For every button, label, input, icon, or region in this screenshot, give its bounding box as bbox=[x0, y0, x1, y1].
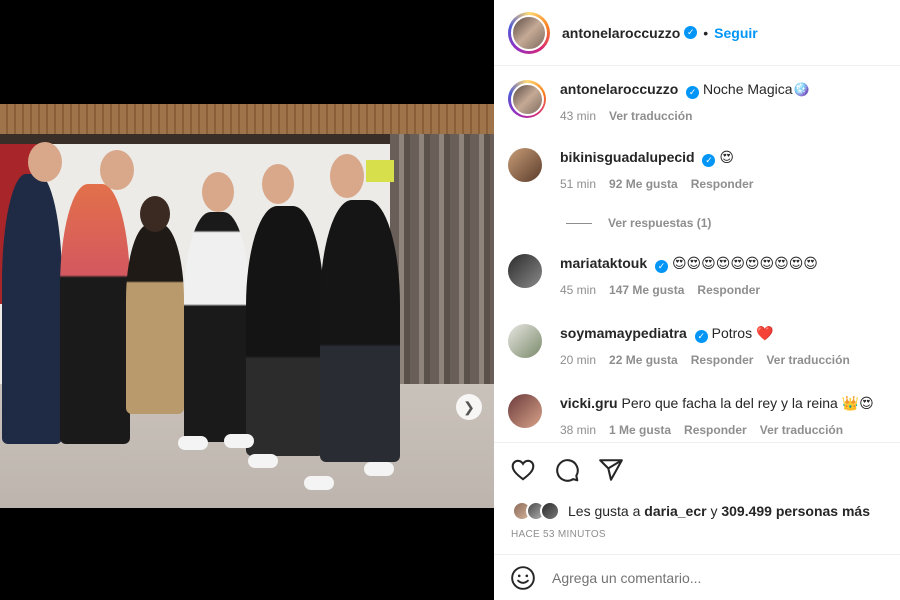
comment-username[interactable]: mariataktouk bbox=[560, 255, 647, 271]
wood-ceiling bbox=[0, 104, 494, 134]
comment-time: 20 min bbox=[560, 353, 597, 367]
add-comment-bar bbox=[494, 554, 900, 600]
comment-item: soymamaypediatra ✓ Potros ❤️ 20 min 22 M… bbox=[508, 324, 850, 369]
verified-icon: ✓ bbox=[684, 26, 698, 39]
post-media: ❯ bbox=[0, 0, 494, 600]
comment-text: Pero que facha la del rey y la reina bbox=[621, 395, 838, 411]
shoe bbox=[224, 434, 254, 448]
commenter-avatar[interactable] bbox=[508, 324, 542, 358]
comment-item: mariataktouk ✓ 😍😍😍😍😍😍😍😍😍😍 45 min 147 Me … bbox=[508, 254, 818, 299]
person-4 bbox=[184, 212, 250, 442]
caption-text: Noche Magica bbox=[703, 81, 793, 97]
person-2 bbox=[60, 184, 130, 444]
comment-likes[interactable]: 92 Me gusta bbox=[609, 175, 678, 193]
verified-icon: ✓ bbox=[694, 329, 708, 343]
person-3 bbox=[126, 224, 184, 414]
emoji-smile-icon[interactable] bbox=[510, 565, 536, 591]
reply-button[interactable]: Responder bbox=[684, 421, 747, 439]
author-avatar[interactable] bbox=[508, 11, 550, 54]
person-6-head bbox=[330, 154, 364, 198]
reply-button[interactable]: Responder bbox=[691, 351, 754, 369]
reply-button[interactable]: Responder bbox=[697, 281, 760, 299]
heart-icon[interactable] bbox=[510, 457, 536, 483]
comment-text: Potros bbox=[711, 325, 753, 341]
caption-translate-link[interactable]: Ver traducción bbox=[609, 107, 692, 125]
verified-icon: ✓ bbox=[655, 259, 669, 273]
shoe bbox=[178, 436, 208, 450]
post-header: antonelaroccuzzo ✓ • Seguir bbox=[494, 0, 900, 66]
person-1-head bbox=[28, 142, 62, 182]
likes-conjunction: y bbox=[710, 503, 718, 519]
commenter-avatar[interactable] bbox=[508, 254, 542, 288]
caption-username[interactable]: antonelaroccuzzo bbox=[560, 81, 678, 97]
view-replies-button[interactable]: Ver respuestas (1) bbox=[566, 216, 711, 230]
shoe bbox=[364, 462, 394, 476]
author-avatar-image bbox=[511, 14, 547, 51]
heart-emoji: ❤️ bbox=[755, 326, 774, 342]
comment-likes[interactable]: 147 Me gusta bbox=[609, 281, 684, 299]
yellow-sign bbox=[366, 160, 394, 182]
comment-item: bikinisguadalupecid ✓ 😍 51 min 92 Me gus… bbox=[508, 148, 753, 193]
chevron-right-icon: ❯ bbox=[463, 398, 475, 415]
comment-time: 38 min bbox=[560, 423, 597, 437]
caption-avatar[interactable] bbox=[508, 80, 546, 118]
post-photo[interactable]: ❯ bbox=[0, 104, 494, 508]
next-slide-button[interactable]: ❯ bbox=[456, 394, 482, 420]
reply-button[interactable]: Responder bbox=[691, 175, 754, 193]
comment-input[interactable] bbox=[552, 569, 852, 586]
comment-emoji: 👑😍 bbox=[841, 396, 874, 412]
follow-button[interactable]: Seguir bbox=[714, 25, 758, 41]
likes-summary: Les gusta a daria_ecr y 309.499 personas… bbox=[494, 501, 900, 521]
caption: antonelaroccuzzo ✓ Noche Magica🪩 43 min … bbox=[508, 80, 810, 125]
comment-username[interactable]: soymamaypediatra bbox=[560, 325, 687, 341]
caption-avatar-image bbox=[510, 82, 544, 116]
person-5-head bbox=[262, 164, 294, 204]
comment-time: 45 min bbox=[560, 283, 597, 297]
action-icons bbox=[494, 443, 900, 487]
comment-item: vicki.gru Pero que facha la del rey y la… bbox=[508, 394, 874, 439]
view-replies-label: Ver respuestas (1) bbox=[608, 216, 712, 230]
person-6 bbox=[320, 200, 400, 462]
comment-emoji: 😍😍😍😍😍😍😍😍😍😍 bbox=[671, 256, 818, 272]
likes-prefix: Les gusta a bbox=[568, 503, 641, 519]
person-3-head bbox=[140, 196, 170, 232]
liker-avatar bbox=[540, 501, 560, 521]
shoe bbox=[248, 454, 278, 468]
comments-list[interactable]: antonelaroccuzzo ✓ Noche Magica🪩 43 min … bbox=[494, 66, 900, 442]
comment-username[interactable]: vicki.gru bbox=[560, 395, 618, 411]
comment-time: 51 min bbox=[560, 177, 597, 191]
person-1 bbox=[2, 174, 62, 444]
author-username[interactable]: antonelaroccuzzo bbox=[562, 25, 680, 41]
replies-line bbox=[566, 222, 592, 224]
commenter-avatar[interactable] bbox=[508, 148, 542, 182]
comment-likes[interactable]: 1 Me gusta bbox=[609, 421, 671, 439]
person-2-head bbox=[100, 150, 134, 190]
comment-likes[interactable]: 22 Me gusta bbox=[609, 351, 678, 369]
verified-icon: ✓ bbox=[686, 85, 700, 99]
post-panel: antonelaroccuzzo ✓ • Seguir antonelarocc… bbox=[494, 0, 900, 600]
translate-link[interactable]: Ver traducción bbox=[760, 421, 843, 439]
caption-time: 43 min bbox=[560, 109, 597, 123]
comment-icon[interactable] bbox=[554, 457, 580, 483]
disco-ball-emoji: 🪩 bbox=[792, 82, 810, 98]
person-4-head bbox=[202, 172, 234, 212]
likes-count[interactable]: 309.499 personas más bbox=[721, 503, 870, 519]
commenter-avatar[interactable] bbox=[508, 394, 542, 428]
share-icon[interactable] bbox=[598, 457, 624, 483]
verified-icon: ✓ bbox=[702, 153, 716, 167]
translate-link[interactable]: Ver traducción bbox=[766, 351, 849, 369]
liker-avatars[interactable] bbox=[512, 501, 560, 521]
liker-username[interactable]: daria_ecr bbox=[644, 503, 706, 519]
separator-dot: • bbox=[703, 24, 709, 41]
person-5 bbox=[246, 206, 324, 456]
shoe bbox=[304, 476, 334, 490]
comment-username[interactable]: bikinisguadalupecid bbox=[560, 149, 695, 165]
comment-emoji: 😍 bbox=[719, 150, 734, 166]
post-actions: Les gusta a daria_ecr y 309.499 personas… bbox=[494, 442, 900, 554]
post-time[interactable]: HACE 53 MINUTOS bbox=[494, 529, 900, 540]
